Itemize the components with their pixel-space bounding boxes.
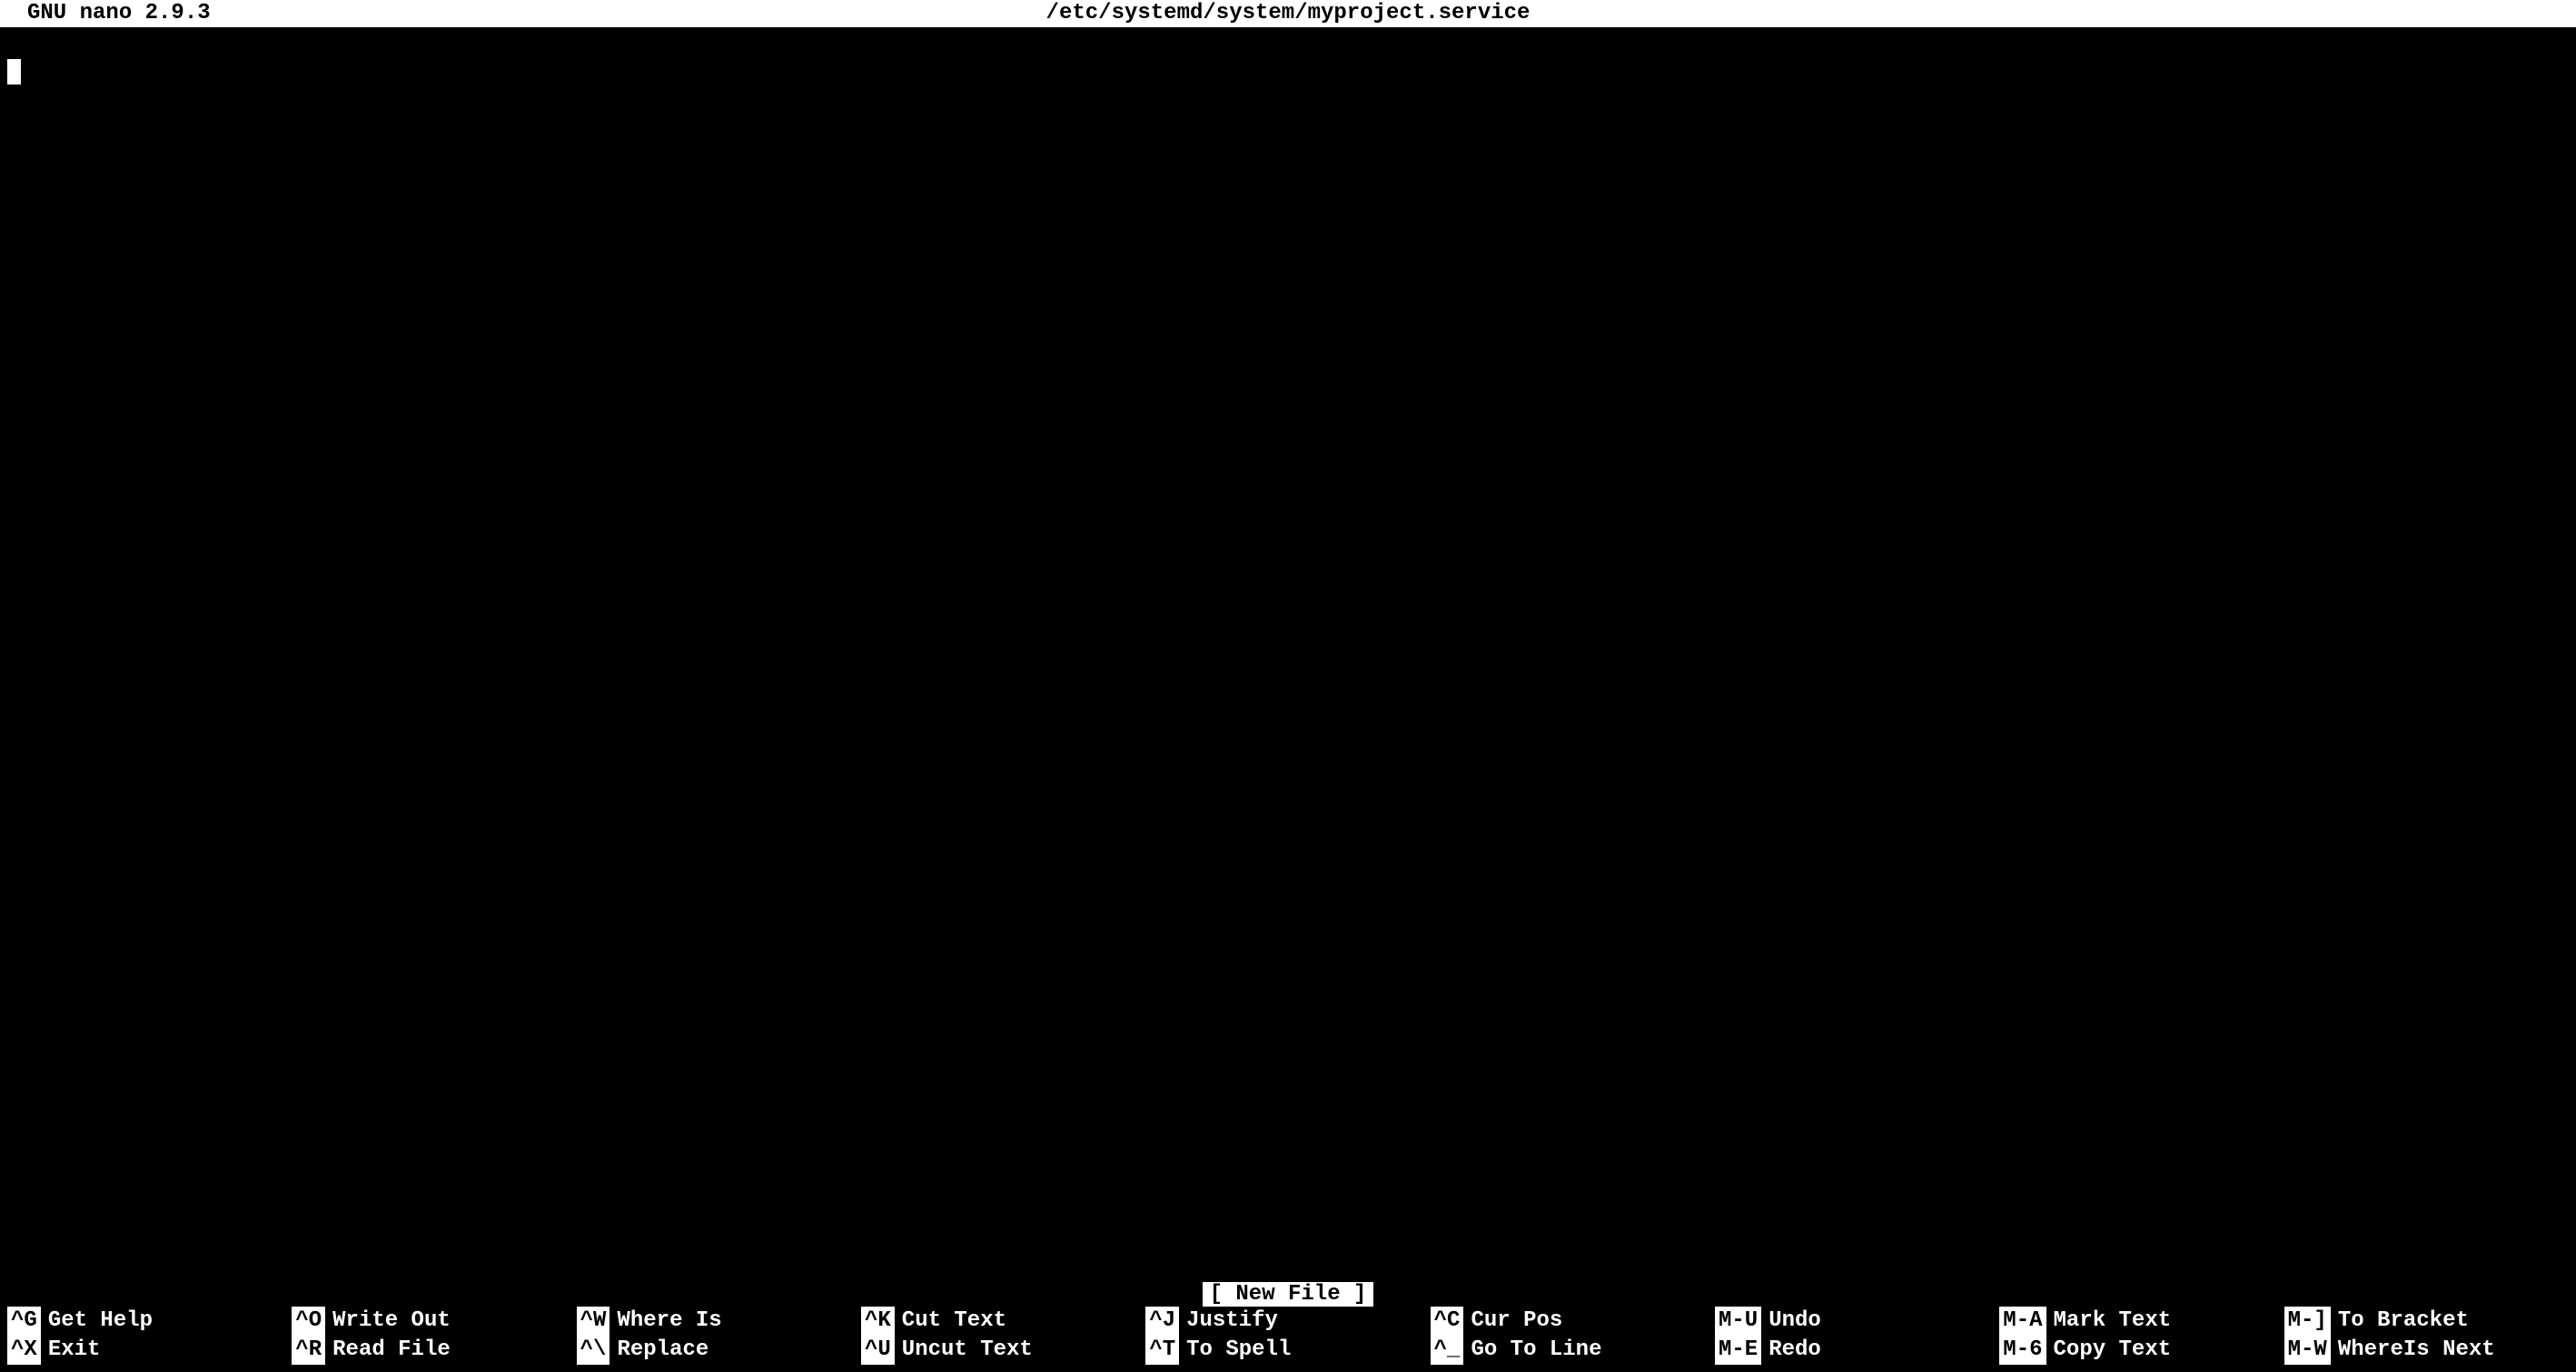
shortcut-to-bracket: M-] To Bracket bbox=[2284, 1307, 2569, 1336]
text-cursor bbox=[7, 59, 21, 85]
shortcut-write-out: ^O Write Out bbox=[292, 1307, 576, 1336]
label-where-is: Where Is bbox=[617, 1307, 721, 1336]
shortcut-read-file: ^R Read File bbox=[292, 1336, 576, 1365]
key-meta-u: M-U bbox=[1715, 1307, 1761, 1336]
label-cut-text: Cut Text bbox=[902, 1307, 1006, 1336]
shortcut-copy-text: M-6 Copy Text bbox=[1999, 1336, 2284, 1365]
shortcut-replace: ^\ Replace bbox=[577, 1336, 861, 1365]
key-ctrl-w: ^W bbox=[577, 1307, 610, 1336]
shortcut-go-to-line: ^_ Go To Line bbox=[1431, 1336, 1715, 1365]
label-read-file: Read File bbox=[332, 1336, 451, 1365]
label-write-out: Write Out bbox=[332, 1307, 451, 1336]
shortcut-whereis-next: M-W WhereIs Next bbox=[2284, 1336, 2569, 1365]
key-ctrl-k: ^K bbox=[861, 1307, 895, 1336]
shortcut-exit: ^X Exit bbox=[7, 1336, 292, 1365]
key-meta-6: M-6 bbox=[1999, 1336, 2046, 1365]
shortcut-mark-text: M-A Mark Text bbox=[1999, 1307, 2284, 1336]
label-to-spell: To Spell bbox=[1186, 1336, 1291, 1365]
shortcut-justify: ^J Justify bbox=[1145, 1307, 1430, 1336]
label-whereis-next: WhereIs Next bbox=[2338, 1336, 2495, 1365]
key-meta-a: M-A bbox=[1999, 1307, 2046, 1336]
label-copy-text: Copy Text bbox=[2054, 1336, 2172, 1365]
key-ctrl-u: ^U bbox=[861, 1336, 895, 1365]
shortcut-redo: M-E Redo bbox=[1715, 1336, 1999, 1365]
shortcut-where-is: ^W Where Is bbox=[577, 1307, 861, 1336]
shortcuts-row-2: ^X Exit ^R Read File ^\ Replace ^U Uncut… bbox=[7, 1336, 2569, 1365]
label-cur-pos: Cur Pos bbox=[1471, 1307, 1562, 1336]
status-line: [ New File ] bbox=[0, 1282, 2576, 1307]
shortcut-cut-text: ^K Cut Text bbox=[861, 1307, 1145, 1336]
label-uncut-text: Uncut Text bbox=[902, 1336, 1033, 1365]
key-ctrl-r: ^R bbox=[292, 1336, 325, 1365]
editor-area[interactable] bbox=[0, 27, 2576, 1299]
label-exit: Exit bbox=[48, 1336, 101, 1365]
app-name-version: GNU nano 2.9.3 bbox=[27, 0, 211, 27]
shortcut-get-help: ^G Get Help bbox=[7, 1307, 292, 1336]
label-get-help: Get Help bbox=[48, 1307, 153, 1336]
label-redo: Redo bbox=[1769, 1336, 1821, 1365]
key-meta-e: M-E bbox=[1715, 1336, 1761, 1365]
file-path: /etc/systemd/system/myproject.service bbox=[1046, 0, 1531, 27]
title-bar: GNU nano 2.9.3 /etc/systemd/system/mypro… bbox=[0, 0, 2576, 27]
key-ctrl-x: ^X bbox=[7, 1336, 41, 1365]
label-to-bracket: To Bracket bbox=[2338, 1307, 2469, 1336]
key-ctrl-backslash: ^\ bbox=[577, 1336, 610, 1365]
shortcut-to-spell: ^T To Spell bbox=[1145, 1336, 1430, 1365]
label-go-to-line: Go To Line bbox=[1471, 1336, 1601, 1365]
shortcut-undo: M-U Undo bbox=[1715, 1307, 1999, 1336]
shortcut-help: ^G Get Help ^O Write Out ^W Where Is ^K … bbox=[7, 1307, 2569, 1365]
label-justify: Justify bbox=[1186, 1307, 1278, 1336]
shortcut-cur-pos: ^C Cur Pos bbox=[1431, 1307, 1715, 1336]
key-ctrl-o: ^O bbox=[292, 1307, 325, 1336]
key-meta-w: M-W bbox=[2284, 1336, 2331, 1365]
status-badge: [ New File ] bbox=[1203, 1282, 1374, 1307]
key-ctrl-j: ^J bbox=[1145, 1307, 1179, 1336]
key-ctrl-underscore: ^_ bbox=[1431, 1336, 1464, 1365]
label-replace: Replace bbox=[617, 1336, 708, 1365]
shortcuts-row-1: ^G Get Help ^O Write Out ^W Where Is ^K … bbox=[7, 1307, 2569, 1336]
key-meta-bracket: M-] bbox=[2284, 1307, 2331, 1336]
key-ctrl-c: ^C bbox=[1431, 1307, 1464, 1336]
shortcut-uncut-text: ^U Uncut Text bbox=[861, 1336, 1145, 1365]
key-ctrl-g: ^G bbox=[7, 1307, 41, 1336]
label-mark-text: Mark Text bbox=[2054, 1307, 2172, 1336]
key-ctrl-t: ^T bbox=[1145, 1336, 1179, 1365]
label-undo: Undo bbox=[1769, 1307, 1821, 1336]
